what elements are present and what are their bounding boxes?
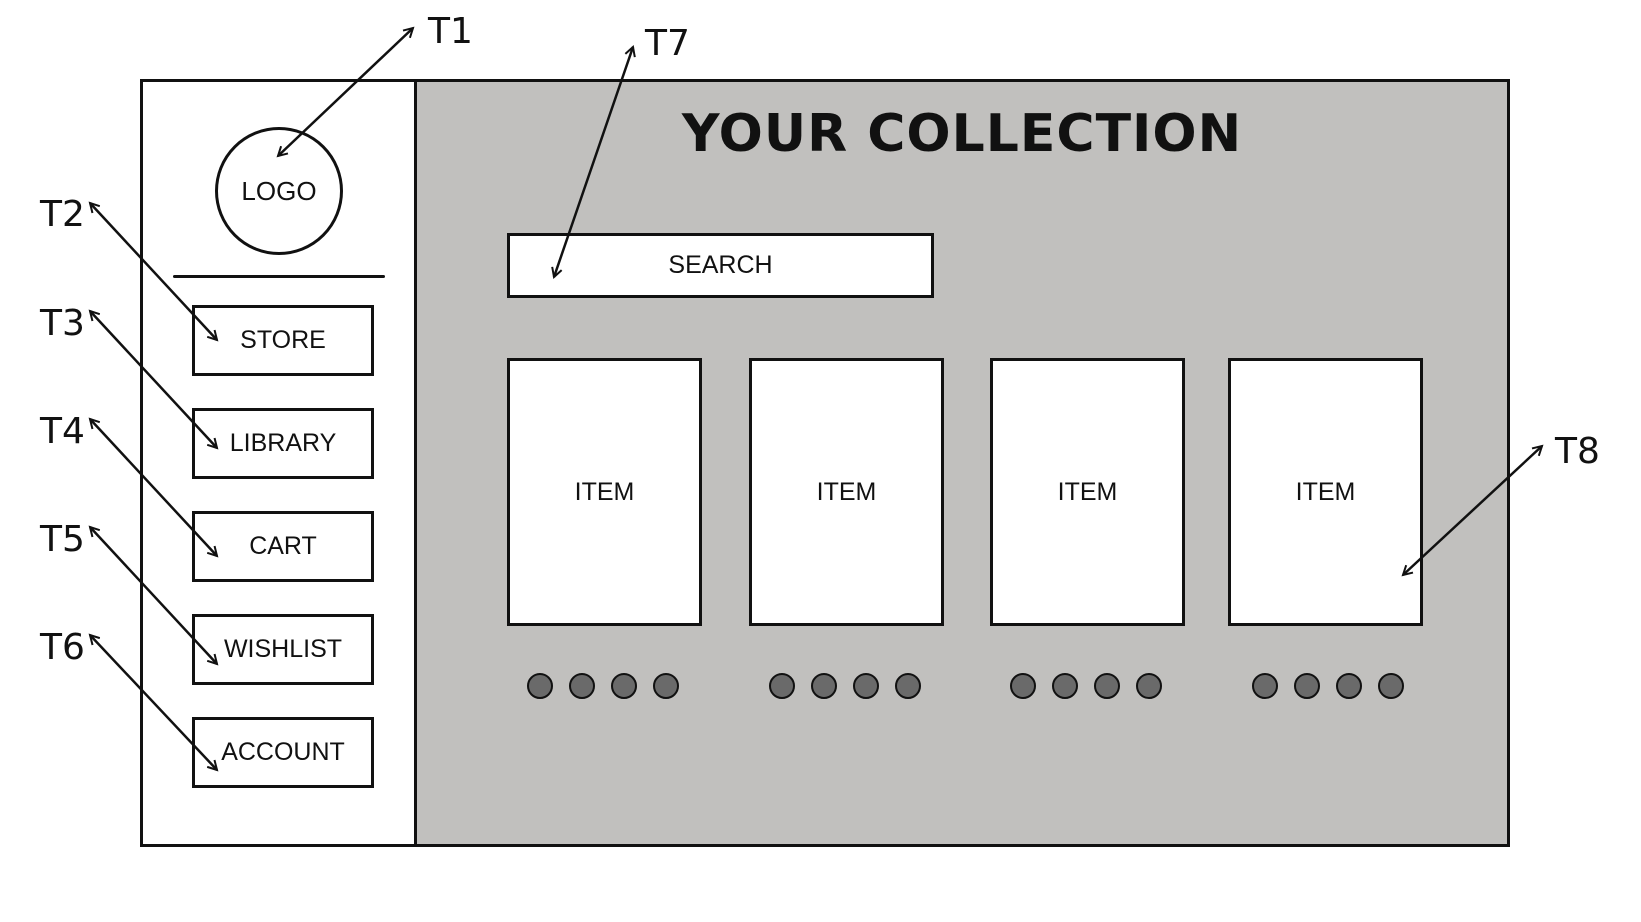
sidebar-divider <box>173 275 385 278</box>
item-card[interactable]: ITEM <box>1228 358 1423 626</box>
rating-dot[interactable] <box>1136 673 1162 699</box>
sidebar: LOGO STORE LIBRARY CART WISHLIST ACCOUNT <box>143 82 417 844</box>
search-input[interactable]: SEARCH <box>507 233 934 298</box>
item-card[interactable]: ITEM <box>507 358 702 626</box>
annotation-t2: T2 <box>40 194 85 235</box>
rating-dots <box>769 673 921 699</box>
rating-dot[interactable] <box>1294 673 1320 699</box>
item-card[interactable]: ITEM <box>990 358 1185 626</box>
rating-dot[interactable] <box>853 673 879 699</box>
app-window-frame: LOGO STORE LIBRARY CART WISHLIST ACCOUNT… <box>140 79 1510 847</box>
cart-button[interactable]: CART <box>192 511 374 582</box>
library-button[interactable]: LIBRARY <box>192 408 374 479</box>
rating-dot[interactable] <box>769 673 795 699</box>
annotation-t1: T1 <box>428 11 473 52</box>
rating-dot[interactable] <box>653 673 679 699</box>
rating-dot[interactable] <box>527 673 553 699</box>
annotation-t7: T7 <box>645 23 690 64</box>
wishlist-button[interactable]: WISHLIST <box>192 614 374 685</box>
annotation-t8: T8 <box>1555 431 1600 472</box>
item-card[interactable]: ITEM <box>749 358 944 626</box>
annotation-t4: T4 <box>40 411 85 452</box>
annotation-t6: T6 <box>40 627 85 668</box>
rating-dot[interactable] <box>811 673 837 699</box>
rating-dot[interactable] <box>1052 673 1078 699</box>
rating-dots <box>527 673 679 699</box>
rating-dot[interactable] <box>1252 673 1278 699</box>
rating-dot[interactable] <box>1378 673 1404 699</box>
rating-dots <box>1252 673 1404 699</box>
annotation-t3: T3 <box>40 303 85 344</box>
main-content: YOUR COLLECTION SEARCH ITEM ITEM ITEM IT… <box>417 82 1507 844</box>
wireframe-diagram: LOGO STORE LIBRARY CART WISHLIST ACCOUNT… <box>0 0 1641 922</box>
rating-dots <box>1010 673 1162 699</box>
store-button[interactable]: STORE <box>192 305 374 376</box>
rating-dot[interactable] <box>569 673 595 699</box>
logo: LOGO <box>215 127 343 255</box>
account-button[interactable]: ACCOUNT <box>192 717 374 788</box>
rating-dot[interactable] <box>611 673 637 699</box>
rating-dot[interactable] <box>1010 673 1036 699</box>
annotation-t5: T5 <box>40 519 85 560</box>
rating-dot[interactable] <box>895 673 921 699</box>
page-title: YOUR COLLECTION <box>681 104 1243 164</box>
rating-dot[interactable] <box>1094 673 1120 699</box>
rating-dot[interactable] <box>1336 673 1362 699</box>
